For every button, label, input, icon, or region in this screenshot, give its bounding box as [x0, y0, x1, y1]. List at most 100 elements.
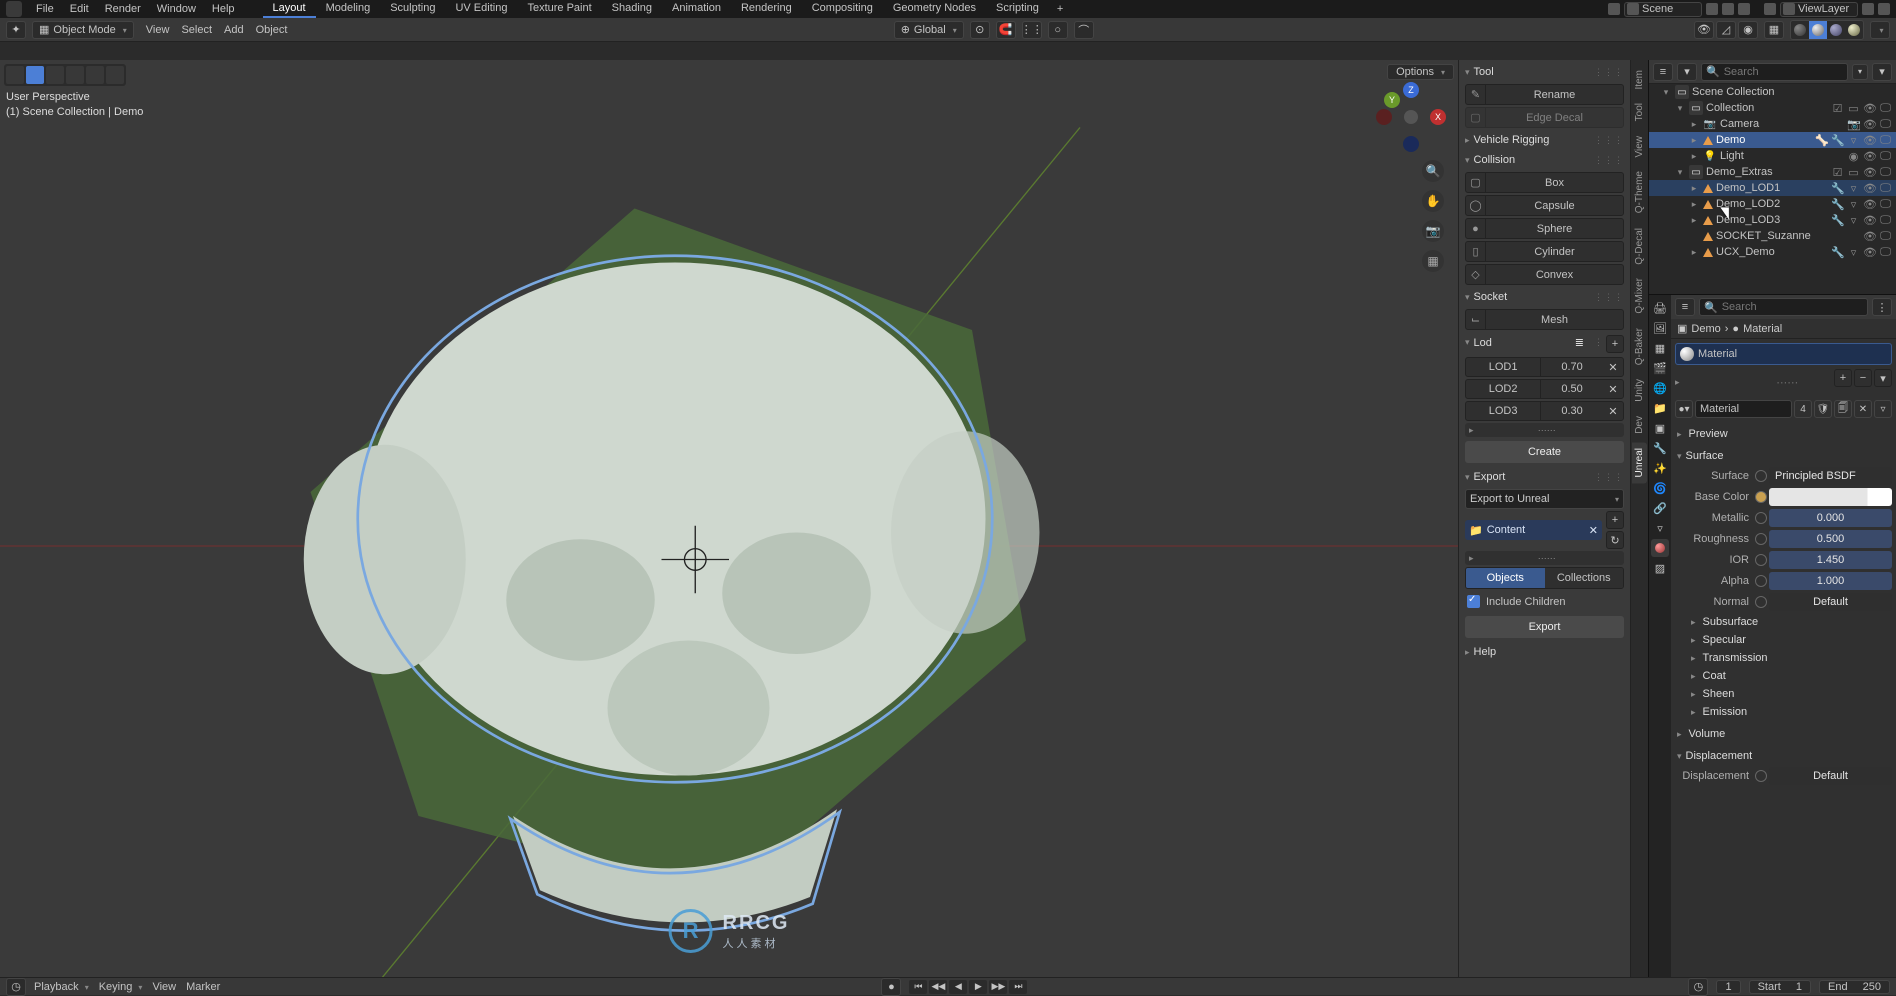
export-tab-objects[interactable]: Objects	[1466, 568, 1545, 588]
disable-icon[interactable]: 🖵	[1879, 246, 1892, 259]
npanel-tab-q-baker[interactable]: Q-Baker	[1632, 322, 1647, 371]
prop-tab-world[interactable]: 🌐	[1651, 379, 1669, 397]
eye-icon[interactable]: 👁	[1863, 118, 1876, 131]
lod-remove-icon[interactable]: ✕	[1603, 361, 1623, 374]
shading-options[interactable]	[1870, 21, 1890, 39]
dot-icon[interactable]: ◉	[1847, 150, 1860, 163]
shading-solid[interactable]	[1809, 21, 1827, 39]
panel-volume[interactable]: Volume	[1673, 725, 1894, 743]
lod-row-lod3[interactable]: LOD30.30✕	[1465, 401, 1624, 421]
material-slot[interactable]: Material	[1675, 343, 1892, 365]
outliner-row-light[interactable]: ▸💡Light◉👁🖵	[1649, 148, 1896, 164]
add-workspace-button[interactable]: +	[1049, 1, 1071, 17]
lod-remove-icon[interactable]: ✕	[1603, 383, 1623, 396]
export-collapsed-row[interactable]: ▸⋯⋯	[1465, 551, 1624, 565]
frame-end[interactable]: End 250	[1819, 980, 1890, 994]
outliner-row-demo-lod2[interactable]: ▸Demo_LOD2🔧▿👁🖵	[1649, 196, 1896, 212]
frame-start[interactable]: Start 1	[1749, 980, 1811, 994]
viewlayer-new-icon[interactable]	[1862, 3, 1874, 15]
camera-view-button[interactable]: 📷	[1422, 220, 1444, 242]
outliner-display-mode[interactable]: ▾	[1677, 63, 1697, 81]
roughness-socket[interactable]	[1755, 533, 1767, 545]
npanel-tab-view[interactable]: View	[1632, 130, 1647, 164]
axis-neg-x[interactable]	[1376, 109, 1392, 125]
prop-tab-scene[interactable]: 🎬	[1651, 359, 1669, 377]
eye-icon[interactable]: 👁	[1863, 134, 1876, 147]
outliner-row-ucx-demo[interactable]: ▸UCX_Demo🔧▿👁🖵	[1649, 244, 1896, 260]
lod-collapsed-row[interactable]: ▸⋯⋯	[1465, 423, 1624, 437]
workspace-tab-compositing[interactable]: Compositing	[802, 0, 883, 18]
socket-mesh-button[interactable]: ⌙ Mesh	[1465, 309, 1624, 330]
prop-tab-modifiers[interactable]: 🔧	[1651, 439, 1669, 457]
xray-toggle[interactable]: ▦	[1764, 21, 1784, 39]
ior-socket[interactable]	[1755, 554, 1767, 566]
collision-capsule-button[interactable]: ◯Capsule	[1465, 195, 1624, 216]
eye-icon[interactable]: 👁	[1863, 102, 1876, 115]
prop-tab-data[interactable]: ▿	[1651, 519, 1669, 537]
workspace-tab-animation[interactable]: Animation	[662, 0, 731, 18]
material-users[interactable]: 4	[1794, 400, 1812, 418]
displacement-field[interactable]: Default	[1769, 767, 1892, 785]
basecolor-socket[interactable]	[1755, 491, 1767, 503]
disable-icon[interactable]: 🖵	[1879, 118, 1892, 131]
scene-new-icon[interactable]	[1706, 3, 1718, 15]
play-reverse[interactable]: ◀	[949, 980, 967, 994]
surface-socket[interactable]	[1755, 470, 1767, 482]
list-icon[interactable]: ≣	[1575, 336, 1584, 349]
viewheader-menu-select[interactable]: Select	[175, 22, 218, 38]
proportional-falloff[interactable]: ⌒	[1074, 21, 1094, 39]
outliner-row-scene-collection[interactable]: ▾▭Scene Collection	[1649, 84, 1896, 100]
visibility-button[interactable]: 👁	[1694, 21, 1714, 39]
npanel-tab-unreal[interactable]: Unreal	[1632, 442, 1647, 483]
outliner-filter[interactable]	[1852, 64, 1868, 80]
mode-dropdown[interactable]: ▦ Object Mode	[32, 21, 134, 39]
timeline-menu-view[interactable]: View	[152, 981, 176, 993]
surface-shader-dropdown[interactable]: Principled BSDF	[1769, 467, 1892, 485]
include-children-checkbox[interactable]	[1467, 595, 1480, 608]
play[interactable]: ▶	[969, 980, 987, 994]
timeline-menu-playback[interactable]: Playback	[34, 981, 89, 993]
outliner-row-collection[interactable]: ▾▭Collection☑▭👁🖵	[1649, 100, 1896, 116]
collision-convex-button[interactable]: ◇Convex	[1465, 264, 1624, 285]
outliner-row-demo-lod1[interactable]: ▸Demo_LOD1🔧▿👁🖵	[1649, 180, 1896, 196]
eye-icon[interactable]: 👁	[1863, 198, 1876, 211]
roughness-field[interactable]: 0.500	[1769, 530, 1892, 548]
collision-sphere-button[interactable]: ●Sphere	[1465, 218, 1624, 239]
disable-icon[interactable]: 🖵	[1879, 134, 1892, 147]
panel-specular[interactable]: Specular	[1673, 631, 1894, 649]
prop-tab-material[interactable]	[1651, 539, 1669, 557]
viewlayer-name-input[interactable]	[1798, 3, 1853, 15]
rename-button[interactable]: ✎ Rename	[1465, 84, 1624, 105]
export-target-dropdown[interactable]: Export to Unreal	[1465, 489, 1624, 509]
blender-logo[interactable]	[6, 1, 22, 17]
material-name-field[interactable]: Material	[1695, 400, 1792, 418]
ior-field[interactable]: 1.450	[1769, 551, 1892, 569]
prop-tab-output[interactable]: 🖼	[1651, 319, 1669, 337]
check-icon[interactable]: ☑	[1831, 166, 1844, 179]
mod-icon[interactable]: 🔧	[1831, 198, 1844, 211]
shading-wireframe[interactable]	[1791, 21, 1809, 39]
mod-icon[interactable]: 🔧	[1831, 214, 1844, 227]
scene-pin-icon[interactable]	[1722, 3, 1734, 15]
check-icon[interactable]: ☑	[1831, 102, 1844, 115]
exclude-icon[interactable]: ▭	[1847, 102, 1860, 115]
workspace-tab-rendering[interactable]: Rendering	[731, 0, 802, 18]
npanel-tab-q-decal[interactable]: Q-Decal	[1632, 222, 1647, 271]
outliner-editor-type[interactable]: ≡	[1653, 63, 1673, 81]
mat-icon[interactable]: ▿	[1847, 198, 1860, 211]
panel-subsurface[interactable]: Subsurface	[1673, 613, 1894, 631]
workspace-tab-uv-editing[interactable]: UV Editing	[445, 0, 517, 18]
lod-row-lod1[interactable]: LOD10.70✕	[1465, 357, 1624, 377]
scene-name-field[interactable]	[1624, 2, 1702, 17]
timeline-menu-marker[interactable]: Marker	[186, 981, 220, 993]
normal-socket[interactable]	[1755, 596, 1767, 608]
lod-remove-icon[interactable]: ✕	[1603, 405, 1623, 418]
disable-icon[interactable]: 🖵	[1879, 102, 1892, 115]
mod-icon[interactable]: 🔧	[1831, 246, 1844, 259]
mat-slot-add[interactable]: +	[1834, 369, 1852, 387]
mod-icon[interactable]: 🔧	[1831, 134, 1844, 147]
alpha-field[interactable]: 1.000	[1769, 572, 1892, 590]
workspace-tab-scripting[interactable]: Scripting	[986, 0, 1049, 18]
base-color-field[interactable]	[1769, 488, 1892, 506]
workspace-tab-geometry-nodes[interactable]: Geometry Nodes	[883, 0, 986, 18]
